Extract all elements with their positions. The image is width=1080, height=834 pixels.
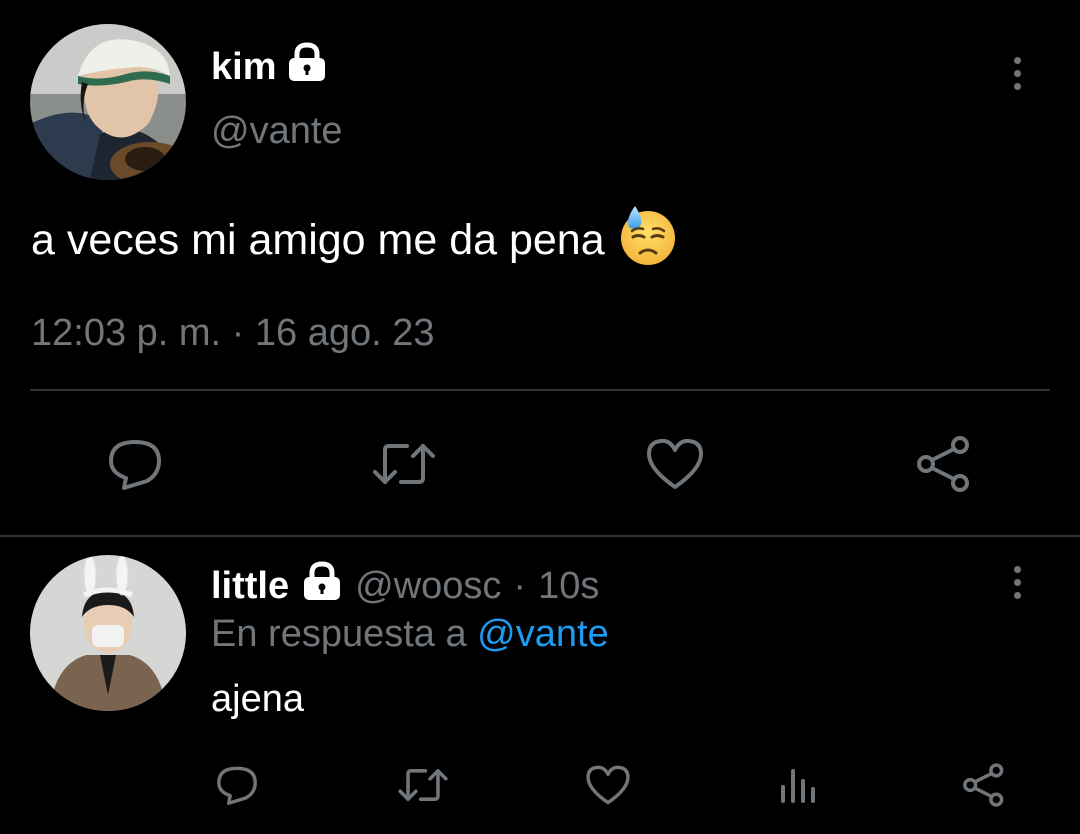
retweet-button[interactable] [368,432,440,496]
lock-icon [286,42,328,92]
retweet-icon [398,769,448,801]
share-icon [917,436,969,492]
reply-retweet-button[interactable] [394,760,452,810]
more-dot-icon [1013,57,1021,64]
reply-author-avatar[interactable] [30,555,186,711]
share-button[interactable] [908,430,980,498]
tweet-separator [0,535,1080,537]
more-dot-icon [1013,70,1021,77]
author-name: kim [211,45,277,88]
reply-share-button[interactable] [956,758,1012,812]
reply-analytics-button[interactable] [770,760,824,810]
reply-author-row[interactable]: little @woosc · 10s [211,561,600,611]
more-dot-icon [1013,83,1021,90]
author-name-row[interactable]: kim [211,42,328,92]
tweet-timestamp[interactable]: 12:03 p. m. · 16 ago. 23 [31,312,435,355]
replying-to-prefix: En respuesta a [211,613,467,655]
more-dot-icon [1013,566,1021,573]
reply-author-handle: @woosc [355,564,502,607]
lock-icon [301,561,343,611]
reply-more-options-button[interactable] [1013,566,1021,599]
more-dot-icon [1013,592,1021,599]
tweet-text: a veces mi amigo me da pena [31,215,605,264]
more-options-button[interactable] [1013,57,1021,90]
like-button[interactable] [640,432,710,496]
tweet-body: a veces mi amigo me da pena [31,205,677,272]
reply-author-name: little [211,564,290,607]
downcast-sweat-emoji-icon [619,204,677,277]
author-avatar[interactable] [30,24,186,180]
reply-text: ajena [211,678,304,720]
replying-to-link[interactable]: @vante [477,613,609,655]
analytics-icon [781,769,815,803]
reply-reply-button[interactable] [210,760,264,810]
meta-separator: · [513,564,527,607]
actions-divider [30,389,1050,391]
reply-icon [217,766,257,805]
reply-icon [109,440,161,490]
retweet-icon [373,444,435,484]
like-icon [586,765,630,805]
like-icon [647,438,703,489]
more-dot-icon [1013,579,1021,586]
author-handle[interactable]: @vante [211,110,343,153]
share-icon [963,763,1004,807]
reply-button[interactable] [100,432,170,496]
reply-like-button[interactable] [580,760,636,810]
reply-time: 10s [538,564,600,607]
replying-to-line: En respuesta a @vante [211,613,609,656]
